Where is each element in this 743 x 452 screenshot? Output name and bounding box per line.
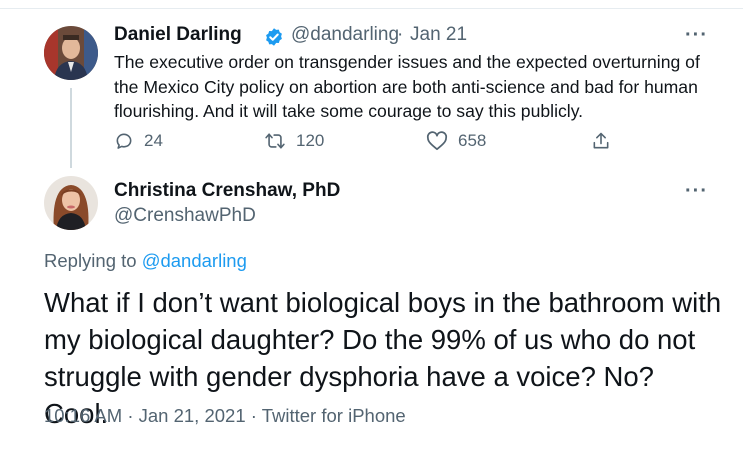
more-options-icon[interactable]: ··· bbox=[685, 180, 708, 203]
author-handle[interactable]: @CrenshawPhD bbox=[114, 205, 256, 227]
meta-separator: · bbox=[397, 24, 404, 45]
reply-button[interactable]: 24 bbox=[114, 130, 163, 152]
like-count: 658 bbox=[458, 131, 487, 150]
footer-separator: · bbox=[250, 405, 257, 426]
share-icon bbox=[593, 132, 609, 149]
top-divider bbox=[0, 8, 743, 9]
heart-icon bbox=[426, 131, 448, 151]
author-name[interactable]: Daniel Darling bbox=[114, 24, 242, 46]
author-name[interactable]: Christina Crenshaw, PhD bbox=[114, 180, 340, 202]
avatar-daniel-darling[interactable] bbox=[44, 26, 98, 80]
replying-prefix: Replying to bbox=[44, 250, 137, 271]
retweet-button[interactable]: 120 bbox=[264, 130, 324, 152]
reply-icon bbox=[116, 133, 132, 149]
retweet-count: 120 bbox=[296, 131, 325, 150]
thread-connector-line bbox=[70, 88, 72, 168]
tweet-full-date[interactable]: Jan 21, 2021 bbox=[139, 405, 246, 426]
footer-separator: · bbox=[127, 405, 134, 426]
share-button[interactable] bbox=[591, 130, 621, 152]
like-button[interactable]: 658 bbox=[426, 130, 486, 152]
replying-to-mention-link[interactable]: @dandarling bbox=[142, 250, 247, 271]
author-handle[interactable]: @dandarling bbox=[291, 24, 399, 46]
tweet-time[interactable]: 10:16 AM bbox=[44, 405, 122, 426]
verified-badge-icon bbox=[266, 28, 282, 46]
avatar-christina-crenshaw[interactable] bbox=[44, 176, 98, 230]
more-options-icon[interactable]: ··· bbox=[685, 24, 708, 47]
tweet-source[interactable]: Twitter for iPhone bbox=[262, 405, 406, 426]
replying-to-line: Replying to @dandarling bbox=[44, 250, 247, 272]
tweet-date[interactable]: Jan 21 bbox=[410, 24, 467, 46]
reply-count: 24 bbox=[144, 131, 163, 150]
retweet-icon bbox=[265, 133, 285, 149]
tweet-footer: 10:16 AM · Jan 21, 2021 · Twitter for iP… bbox=[44, 405, 406, 427]
tweet-text: The executive order on transgender issue… bbox=[114, 52, 700, 121]
